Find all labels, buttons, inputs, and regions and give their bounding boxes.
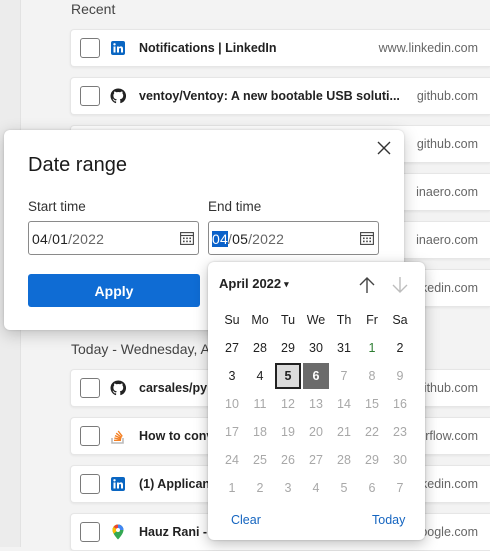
history-row[interactable]: ventoy/Ventoy: A new bootable USB soluti… — [70, 77, 490, 115]
calendar-icon[interactable] — [180, 232, 194, 245]
day-cell: 30 — [393, 453, 407, 467]
day-cell: 24 — [225, 453, 239, 467]
row-checkbox[interactable] — [80, 378, 100, 398]
day-cell: 2 — [256, 481, 264, 495]
linkedin-icon — [110, 40, 126, 56]
chevron-down-icon: ▾ — [284, 279, 289, 289]
day-cell[interactable]: 3 — [219, 363, 245, 389]
start-day[interactable]: 01 — [52, 231, 68, 247]
end-time-input[interactable]: 04/05/2022 — [208, 221, 379, 255]
row-checkbox[interactable] — [80, 522, 100, 542]
day-cell: 16 — [393, 397, 407, 411]
calendar-popup: April 2022 ▾ Su Mo Tu We Th Fr Sa 27 28 29 30 31 1 2 3 4… — [208, 262, 425, 540]
weekday-header: Fr — [366, 313, 378, 327]
day-cell: 9 — [396, 369, 404, 383]
google-maps-icon — [110, 524, 126, 540]
day-cell: 1 — [228, 481, 236, 495]
day-cell: 26 — [281, 453, 295, 467]
start-time-input[interactable]: 04/01/2022 — [28, 221, 199, 255]
day-cell: 4 — [312, 481, 320, 495]
linkedin-icon — [110, 476, 126, 492]
start-month[interactable]: 04 — [32, 231, 48, 247]
month-label: April 2022 — [219, 276, 282, 291]
github-icon — [110, 88, 126, 104]
end-month[interactable]: 04 — [212, 231, 228, 247]
clear-button[interactable]: Clear — [231, 513, 261, 527]
day-cell: 5 — [340, 481, 348, 495]
weekday-header: Tu — [280, 313, 296, 327]
day-cell: 25 — [253, 453, 267, 467]
end-day[interactable]: 05 — [232, 231, 248, 247]
row-title[interactable]: (1) Applicant — [139, 477, 214, 491]
row-domain: github.com — [416, 89, 478, 103]
recent-section-label: Recent — [71, 1, 116, 17]
day-cell: 18 — [253, 425, 267, 439]
day-cell: 11 — [253, 397, 267, 411]
day-cell[interactable]: 2 — [387, 335, 413, 361]
arrow-down-icon[interactable] — [391, 275, 409, 295]
history-row[interactable]: Notifications | LinkedIn www.linkedin.com — [70, 29, 490, 67]
day-cell: 7 — [340, 369, 348, 383]
day-cell: 19 — [281, 425, 295, 439]
day-cell: 20 — [309, 425, 323, 439]
weekday-header: Th — [336, 313, 352, 327]
row-checkbox[interactable] — [80, 426, 100, 446]
end-time-label: End time — [208, 199, 262, 214]
weekday-header: Mo — [251, 313, 269, 327]
day-cell: 27 — [309, 453, 323, 467]
day-cell[interactable]: 4 — [247, 363, 273, 389]
day-cell: 10 — [225, 397, 239, 411]
day-cell: 14 — [337, 397, 351, 411]
start-time-label: Start time — [28, 199, 86, 214]
row-checkbox[interactable] — [80, 38, 100, 58]
row-domain: inaero.com — [416, 185, 478, 199]
day-cell[interactable]: 29 — [275, 335, 301, 361]
day-cell: 8 — [368, 369, 376, 383]
close-icon[interactable] — [376, 140, 392, 156]
row-checkbox[interactable] — [80, 86, 100, 106]
end-year[interactable]: 2022 — [252, 231, 284, 247]
weekday-header: Su — [224, 313, 240, 327]
github-icon — [110, 380, 126, 396]
today-button[interactable]: Today — [372, 513, 405, 527]
day-cell: 3 — [284, 481, 292, 495]
row-checkbox[interactable] — [80, 474, 100, 494]
row-domain: www.linkedin.com — [378, 41, 478, 55]
row-domain: github.com — [416, 137, 478, 151]
apply-button[interactable]: Apply — [28, 274, 200, 307]
row-title[interactable]: How to conv — [139, 429, 213, 443]
weekday-header: Sa — [392, 313, 408, 327]
row-domain: github.com — [416, 381, 478, 395]
day-cell[interactable]: 30 — [303, 335, 329, 361]
day-cell: 15 — [365, 397, 379, 411]
dialog-title: Date range — [28, 154, 127, 176]
day-cell[interactable]: 1 — [359, 335, 385, 361]
day-cell-range-start[interactable]: 5 — [275, 363, 301, 389]
day-cell[interactable]: 31 — [331, 335, 357, 361]
day-cell: 13 — [309, 397, 323, 411]
today-section-label: Today - Wednesday, A — [71, 341, 210, 357]
day-cell: 23 — [393, 425, 407, 439]
calendar-icon[interactable] — [360, 232, 374, 245]
day-cell: 29 — [365, 453, 379, 467]
day-cell: 17 — [225, 425, 239, 439]
day-cell: 6 — [368, 481, 376, 495]
day-cell[interactable]: 27 — [219, 335, 245, 361]
day-cell: 7 — [396, 481, 404, 495]
weekday-header: We — [306, 313, 326, 327]
day-cell: 22 — [365, 425, 379, 439]
row-domain: inaero.com — [416, 233, 478, 247]
day-cell: 12 — [281, 397, 295, 411]
stackoverflow-icon — [110, 428, 126, 444]
day-cell[interactable]: 28 — [247, 335, 273, 361]
start-year[interactable]: 2022 — [72, 231, 104, 247]
row-title[interactable]: ventoy/Ventoy: A new bootable USB soluti… — [139, 89, 400, 103]
month-selector[interactable]: April 2022 ▾ — [219, 276, 289, 291]
row-title[interactable]: Notifications | LinkedIn — [139, 41, 277, 55]
day-cell-range-end[interactable]: 6 — [303, 363, 329, 389]
day-cell: 28 — [337, 453, 351, 467]
day-cell: 21 — [337, 425, 351, 439]
arrow-up-icon[interactable] — [358, 275, 376, 295]
